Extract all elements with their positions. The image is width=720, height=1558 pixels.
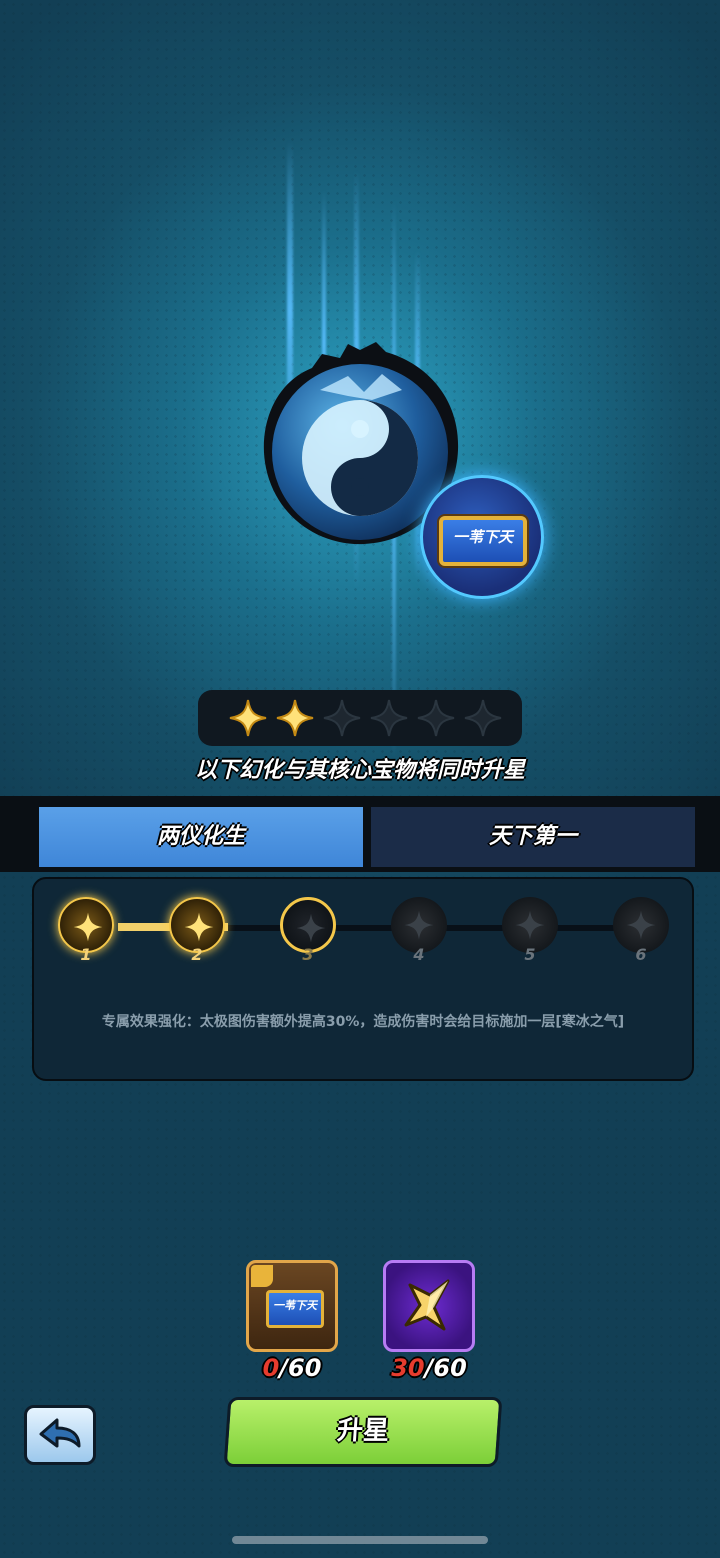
empty-star-icon [417,699,455,737]
core-treasure-badge[interactable]: 一苇下天 [420,475,544,599]
star-level-number: 1 [80,945,92,964]
tab-bar: 两仪化生 天下第一 [0,796,720,872]
node-star-icon [73,912,103,942]
star-shard-icon [404,1279,450,1331]
plaque-fragment-icon: 一苇下天 [266,1290,324,1328]
star-progress-panel: 专属效果强化：太极图伤害额外提高30%，造成伤害时会给目标施加一层[寒冰之气] … [32,877,694,1081]
fragment-have: 0 [262,1354,280,1382]
effect-description: 专属效果强化：太极图伤害额外提高30%，造成伤害时会给目标施加一层[寒冰之气] [101,1014,625,1030]
back-arrow-icon [39,1418,81,1448]
star-shard-cost-item[interactable] [383,1260,475,1352]
star-level-number: 5 [524,945,536,964]
node-star-icon [184,912,214,942]
star-level-number: 4 [413,945,425,964]
upgrade-star-button[interactable]: 升星 [223,1397,503,1467]
star-level-number: 6 [635,945,647,964]
empty-star-icon [464,699,502,737]
shard-need: /60 [424,1354,467,1382]
filled-star-icon [276,699,314,737]
fragment-count: 0/60 [222,1354,362,1382]
star-level-number: 3 [302,945,314,964]
shard-count: 30/60 [359,1354,499,1382]
tab-tianxia[interactable]: 天下第一 [371,807,695,867]
star-level-number: 2 [191,945,203,964]
back-button[interactable] [24,1405,96,1465]
upgrade-notice: 以下幻化与其核心宝物将同时升星 [194,758,525,783]
node-star-icon [626,910,656,940]
node-star-icon [515,910,545,940]
home-indicator[interactable] [232,1536,488,1544]
shard-have: 30 [391,1354,425,1382]
node-star-icon [404,910,434,940]
fragment-cost-item[interactable]: 一苇下天 [246,1260,338,1352]
filled-star-icon [229,699,267,737]
fragment-need: /60 [279,1354,322,1382]
tab-liangyi[interactable]: 两仪化生 [39,807,363,867]
plaque-icon: 一苇下天 [439,516,527,566]
node-star-icon [296,913,326,943]
star-rating [198,690,522,746]
empty-star-icon [370,699,408,737]
empty-star-icon [323,699,361,737]
puzzle-piece-icon [251,1265,273,1287]
